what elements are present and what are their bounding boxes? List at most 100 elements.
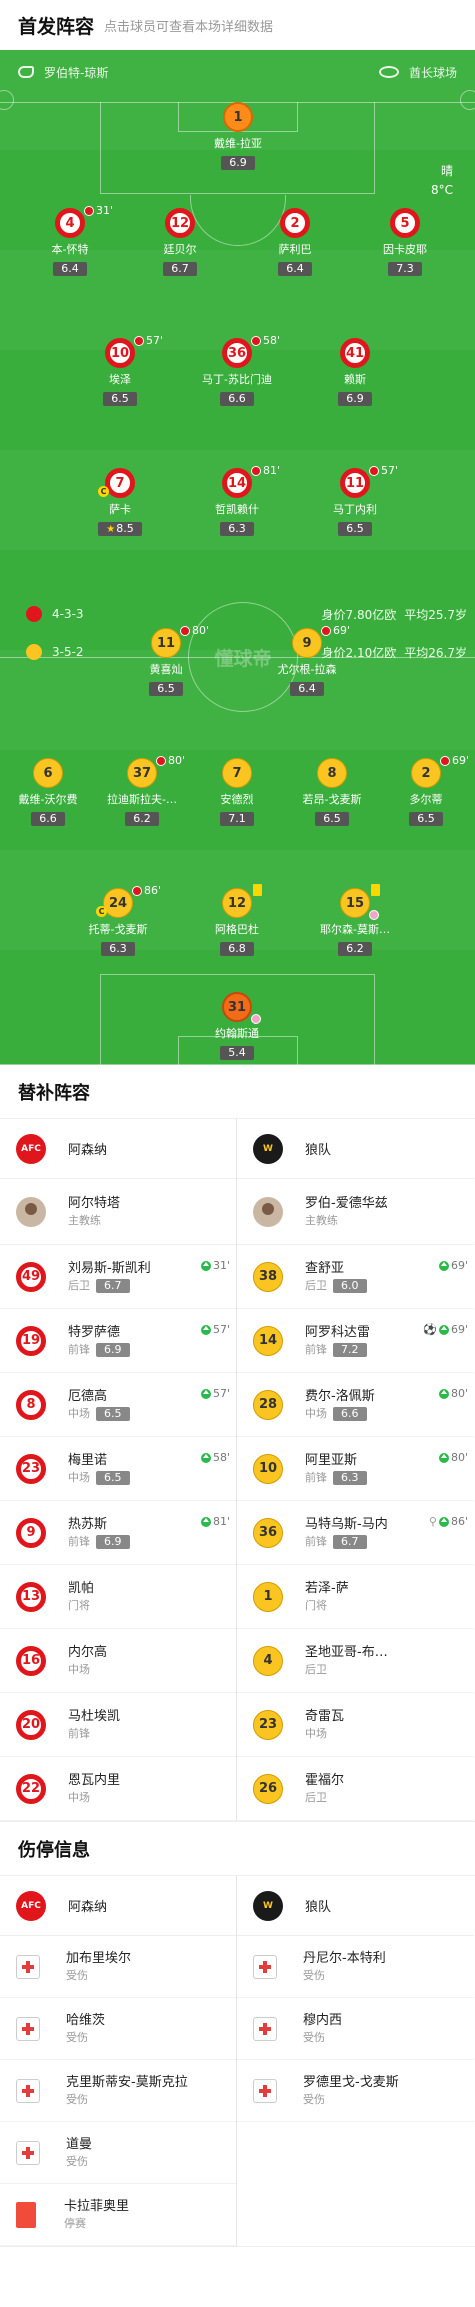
player-card[interactable]: 11 80' 黄喜灿 6.5: [118, 624, 214, 696]
player-rating: 7.2: [333, 1342, 367, 1357]
injury-row[interactable]: 克里斯蒂安-莫斯克拉 受伤: [0, 2060, 236, 2122]
player-card[interactable]: 5 因卡皮耶 7.3: [357, 208, 453, 276]
sub-player-row[interactable]: 10 阿里亚斯 前锋 6.3 80': [237, 1437, 474, 1501]
player-card[interactable]: 1 戴维-拉亚 6.9: [190, 102, 286, 170]
player-card[interactable]: 24 C 86' 托蒂-戈麦斯 6.3: [70, 884, 166, 956]
player-card[interactable]: 11 57' 马丁内利 6.5: [307, 464, 403, 536]
player-card[interactable]: 10 57' 埃泽 6.5: [72, 334, 168, 406]
medical-kit-icon: [253, 2016, 277, 2041]
sub-player-row[interactable]: 49 刘易斯-斯凯利 后卫 6.7 31': [0, 1245, 236, 1309]
home-formation-row: 4-3-3: [26, 606, 112, 622]
player-card[interactable]: 12 廷贝尔 6.7: [132, 208, 228, 276]
player-card[interactable]: 15 耶尔森-莫斯… 6.2: [307, 884, 403, 956]
player-card[interactable]: 8 若昂-戈麦斯 6.5: [284, 758, 380, 826]
shirt-number: 23: [253, 1709, 283, 1740]
sub-player-row[interactable]: 28 费尔-洛佩斯 中场 6.6 80': [237, 1373, 474, 1437]
sub-player-row[interactable]: 38 查舒亚 后卫 6.0 69': [237, 1245, 474, 1309]
shirt-number: 22: [16, 1773, 46, 1804]
sub-player-row[interactable]: 20 马杜埃凯 前锋: [0, 1693, 236, 1757]
sub-time: 57': [212, 1323, 230, 1336]
player-rating: 6.9: [96, 1534, 130, 1549]
goal-ball-icon: ⚽: [423, 1323, 437, 1336]
sub-time: 69': [333, 624, 351, 637]
sub-player-row[interactable]: 8 厄德高 中场 6.5 57': [0, 1373, 236, 1437]
sub-player-row[interactable]: 9 热苏斯 前锋 6.9 81': [0, 1501, 236, 1565]
player-name: 卡拉菲奥里: [64, 2198, 130, 2214]
player-card[interactable]: 7 安德烈 7.1: [189, 758, 285, 826]
coach-row[interactable]: 阿尔特塔 主教练: [0, 1179, 236, 1245]
player-rating: 6.4: [53, 262, 87, 276]
sub-player-row[interactable]: 1 若泽-萨 门将: [237, 1565, 474, 1629]
player-card[interactable]: 6 戴维-沃尔费 6.6: [0, 758, 96, 826]
injury-row[interactable]: 卡拉菲奥里 停赛: [0, 2184, 236, 2246]
shirt-number: 14: [222, 468, 252, 498]
weather-text: 晴: [440, 164, 453, 178]
away-team-row[interactable]: W 狼队: [237, 1119, 474, 1179]
player-card[interactable]: 4 31' 本-怀特 6.4: [22, 204, 118, 276]
player-card[interactable]: 36 58' 马丁-苏比门迪 6.6: [189, 334, 285, 406]
away-team-row[interactable]: W 狼队: [237, 1876, 474, 1936]
injury-row[interactable]: 罗德里戈-戈麦斯 受伤: [237, 2060, 474, 2122]
sub-in-icon: [438, 1324, 449, 1335]
player-card[interactable]: 9 69' 尤尔根-拉森 6.4: [259, 624, 355, 696]
player-card[interactable]: 31 约翰斯通 5.4: [189, 992, 285, 1060]
whistle-icon: [18, 66, 34, 78]
player-rating: 6.9: [338, 392, 372, 406]
sub-in-icon: [200, 1260, 211, 1271]
sub-player-row[interactable]: 16 内尔高 中场: [0, 1629, 236, 1693]
injury-status: 受伤: [303, 2030, 325, 2044]
player-card[interactable]: 41 赖斯 6.9: [307, 338, 403, 406]
player-name: 阿里亚斯: [305, 1452, 358, 1468]
home-team-row[interactable]: AFC 阿森纳: [0, 1876, 236, 1936]
sub-player-row[interactable]: 26 霍福尔 后卫: [237, 1757, 474, 1821]
sub-player-row[interactable]: 13 凯帕 门将: [0, 1565, 236, 1629]
injury-row[interactable]: 哈维茨 受伤: [0, 1998, 236, 2060]
coach-avatar: [16, 1196, 46, 1227]
sub-time: 81': [212, 1515, 230, 1528]
player-rating: 7.3: [388, 262, 422, 276]
sub-in-icon: [438, 1260, 449, 1271]
player-rating: 6.5: [149, 682, 183, 696]
player-position: 前锋: [305, 1534, 327, 1548]
sub-player-row[interactable]: 23 奇雷瓦 中场: [237, 1693, 474, 1757]
player-position: 前锋: [68, 1534, 90, 1548]
home-team-row[interactable]: AFC 阿森纳: [0, 1119, 236, 1179]
player-card[interactable]: 7 C 萨卡 ★8.5: [72, 468, 168, 536]
captain-badge: C: [96, 906, 107, 917]
player-name: 黄喜灿: [149, 663, 183, 676]
player-name: 穆内西: [303, 2012, 343, 2028]
player-position: 中场: [68, 1406, 90, 1420]
sub-out-icon: [251, 335, 261, 346]
shirt-number: 28: [253, 1389, 283, 1420]
injury-row[interactable]: 道曼 受伤: [0, 2122, 236, 2184]
injury-row[interactable]: 丹尼尔-本特利 受伤: [237, 1936, 474, 1998]
injury-status: 受伤: [66, 2154, 88, 2168]
away-formation-row: 3-5-2: [26, 644, 112, 660]
player-name: 阿格巴杜: [215, 923, 259, 936]
injury-row[interactable]: 加布里埃尔 受伤: [0, 1936, 236, 1998]
shirt-number: 4: [253, 1645, 283, 1676]
sub-time: 69': [452, 754, 470, 767]
player-name: 因卡皮耶: [383, 243, 427, 256]
player-card[interactable]: 2 69' 多尔蒂 6.5: [378, 754, 474, 826]
sub-player-row[interactable]: 4 圣地亚哥-布… 后卫: [237, 1629, 474, 1693]
player-card[interactable]: 12 阿格巴杜 6.8: [189, 884, 285, 956]
wolves-crest-icon: W: [253, 1890, 283, 1921]
sub-player-row[interactable]: 23 梅里诺 中场 6.5 58': [0, 1437, 236, 1501]
sub-player-row[interactable]: 14 阿罗科达雷 前锋 7.2 ⚽ 69': [237, 1309, 474, 1373]
player-card[interactable]: 14 81' 哲凯赖什 6.3: [189, 464, 285, 536]
player-position: 前锋: [305, 1342, 327, 1356]
sub-player-row[interactable]: 22 恩瓦内里 中场: [0, 1757, 236, 1821]
player-card[interactable]: 2 萨利巴 6.4: [247, 208, 343, 276]
player-name: 厄德高: [68, 1388, 108, 1404]
pitch: 罗伯特-琼斯 酋长球场 晴 8°C 懂球帝 4-3-3 身价7.80亿欧 平均2…: [0, 50, 475, 1065]
sub-player-row[interactable]: 36 马特乌斯-马内 前锋 6.7 ⚲ 86': [237, 1501, 474, 1565]
coach-row[interactable]: 罗伯-爱德华兹 主教练: [237, 1179, 474, 1245]
injury-row[interactable]: 穆内西 受伤: [237, 1998, 474, 2060]
player-rating: 6.3: [333, 1470, 367, 1485]
captain-badge: C: [98, 486, 109, 497]
referee-name: 罗伯特-琼斯: [44, 65, 109, 80]
player-card[interactable]: 37 80' 拉迪斯拉夫-… 6.2: [94, 754, 190, 826]
subs-section-title: 替补阵容: [0, 1065, 475, 1119]
sub-player-row[interactable]: 19 特罗萨德 前锋 6.9 57': [0, 1309, 236, 1373]
